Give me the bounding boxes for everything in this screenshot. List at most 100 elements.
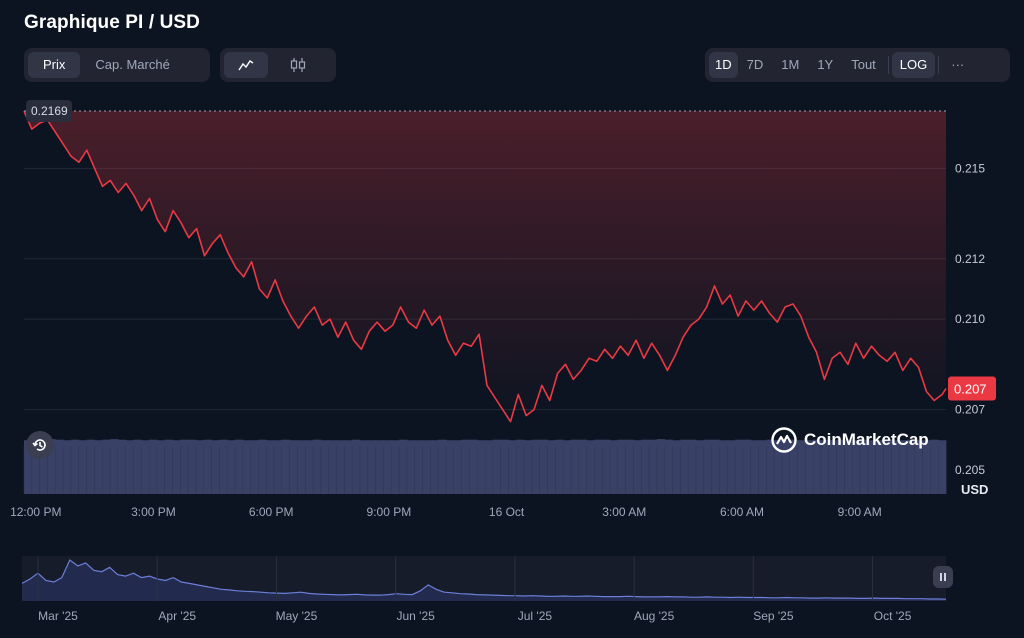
navigator-tick-label: Jul '25 <box>518 609 553 623</box>
volume-bar <box>500 439 509 494</box>
volume-bar <box>735 439 744 494</box>
y-tick-label: 0.205 <box>955 463 985 477</box>
volume-bar <box>570 439 580 494</box>
volume-bar <box>477 440 486 494</box>
volume-bar <box>438 439 447 494</box>
volume-bar <box>649 439 658 494</box>
volume-bar <box>742 439 752 494</box>
volume-bar <box>617 439 627 494</box>
volume-bar <box>688 439 697 494</box>
navigator-tick-label: Oct '25 <box>874 609 912 623</box>
x-tick-label: 12:00 PM <box>10 505 61 519</box>
volume-bar <box>555 439 564 494</box>
volume-bar <box>164 439 173 494</box>
volume-bar <box>242 440 251 494</box>
volume-bar <box>750 440 759 494</box>
pause-icon <box>940 573 946 581</box>
navigator-tick-label: Apr '25 <box>158 609 196 623</box>
volume-bar <box>508 440 517 494</box>
volume-bar <box>117 439 126 494</box>
volume-bar <box>375 440 384 494</box>
volume-bar <box>313 439 322 494</box>
volume-bar <box>266 440 275 494</box>
volume-bar <box>305 440 314 494</box>
x-tick-label: 3:00 AM <box>602 505 646 519</box>
volume-bar <box>719 440 728 494</box>
volume-bar <box>563 440 572 494</box>
navigator-tick-label: May '25 <box>276 609 318 623</box>
volume-bar <box>703 439 712 494</box>
volume-bar <box>633 440 642 494</box>
x-tick-label: 9:00 AM <box>838 505 882 519</box>
y-tick-label: 0.210 <box>955 312 985 326</box>
volume-bar <box>680 439 689 494</box>
volume-bar <box>141 440 150 494</box>
volume-bar <box>445 440 455 494</box>
volume-bar <box>328 440 337 494</box>
navigator-tick-label: Sep '25 <box>753 609 794 623</box>
volume-bar <box>109 439 119 494</box>
volume-bar <box>78 440 87 494</box>
volume-bar <box>211 440 220 494</box>
volume-bar <box>55 439 64 494</box>
volume-bar <box>727 440 736 494</box>
volume-bar <box>297 440 306 494</box>
volume-bar <box>938 440 947 494</box>
x-tick-label: 16 Oct <box>489 505 525 519</box>
x-tick-label: 6:00 PM <box>249 505 294 519</box>
volume-bar <box>227 440 236 494</box>
volume-bar <box>414 440 423 494</box>
volume-bar <box>70 439 80 494</box>
volume-bar <box>86 439 95 494</box>
volume-bar <box>695 440 705 494</box>
volume-bar <box>94 440 103 494</box>
volume-bar <box>281 439 291 494</box>
volume-bar <box>383 440 392 494</box>
volume-bar <box>531 439 541 494</box>
volume-bar <box>656 439 666 494</box>
volume-bar <box>274 440 283 494</box>
volume-bar <box>234 439 244 494</box>
volume-bar <box>602 439 611 494</box>
coinmarketcap-logo-icon <box>771 427 797 453</box>
y-tick-label: 0.215 <box>955 161 985 175</box>
volume-bar <box>133 439 142 494</box>
watermark-text: CoinMarketCap <box>804 430 929 449</box>
volume-bar <box>664 439 673 494</box>
volume-bar <box>391 440 400 494</box>
history-button[interactable] <box>26 431 54 459</box>
volume-bar <box>461 439 470 494</box>
volume-bar <box>258 439 267 494</box>
volume-bar <box>359 440 369 494</box>
x-tick-label: 3:00 PM <box>131 505 176 519</box>
volume-bar <box>524 440 533 494</box>
volume-bar <box>352 439 361 494</box>
volume-bar <box>516 439 525 494</box>
volume-bar <box>594 439 603 494</box>
volume-bar <box>156 440 166 494</box>
volume-bar <box>125 440 134 494</box>
volume-bar <box>399 439 408 494</box>
navigator-tick-label: Mar '25 <box>38 609 78 623</box>
navigator-tick-label: Aug '25 <box>634 609 675 623</box>
volume-bar <box>320 440 330 494</box>
volume-bar <box>180 439 189 494</box>
volume-bar <box>453 440 462 494</box>
x-tick-label: 9:00 PM <box>367 505 412 519</box>
coinmarketcap-watermark: CoinMarketCap <box>770 426 929 454</box>
volume-bar <box>188 439 197 494</box>
volume-bar <box>63 440 72 494</box>
volume-bar <box>492 439 502 494</box>
y-tick-label: 0.212 <box>955 252 985 266</box>
volume-bar <box>485 440 494 494</box>
x-tick-label: 6:00 AM <box>720 505 764 519</box>
navigator-pause-button[interactable] <box>933 566 953 588</box>
volume-bar <box>250 440 259 494</box>
volume-bar <box>610 440 619 494</box>
volume-bar <box>578 439 587 494</box>
volume-bar <box>149 439 158 494</box>
volume-bar <box>422 440 431 494</box>
volume-bar <box>102 439 111 494</box>
volume-bar <box>203 439 212 494</box>
volume-bar <box>469 439 478 494</box>
